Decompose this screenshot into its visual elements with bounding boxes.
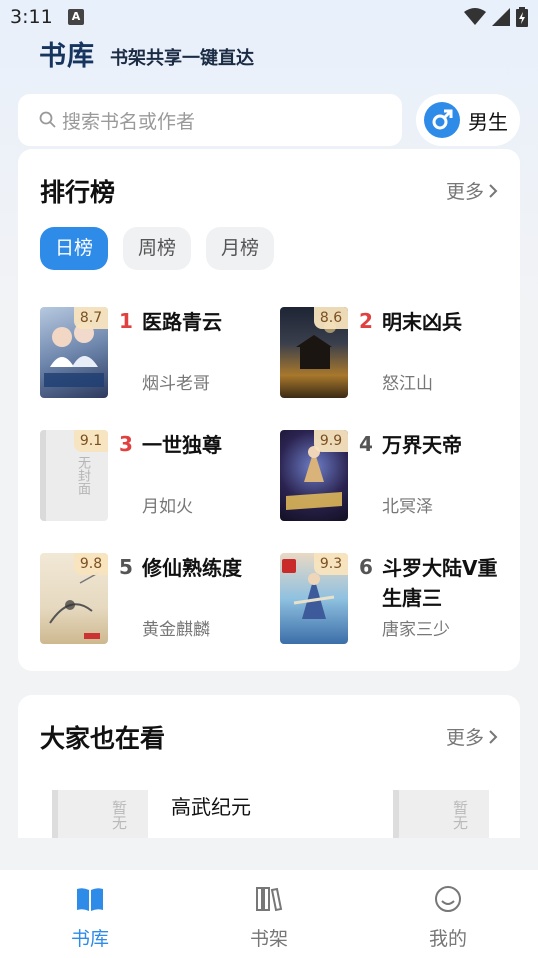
book-title: 医路青云 [142,310,222,334]
nav-label: 书库 [70,928,109,950]
book-title: 万界天帝 [382,433,462,457]
tab-monthly[interactable]: 月榜 [206,227,275,270]
cover-placeholder: 暂无 [110,800,128,830]
more-label: 更多 [445,727,484,749]
rank-number: 4 [359,432,373,456]
book-cover: 8.7 [40,307,108,398]
nav-library[interactable]: 书库 [40,884,140,951]
bottom-nav: 书库 书架 我的 [0,870,538,958]
ranking-book-3[interactable]: 无封面 9.1 3 一世独尊 月如火 [40,430,270,522]
search-icon [39,111,56,128]
status-time: 3:11 [10,6,53,28]
page-title: 书库 [39,41,95,72]
ranking-tabs: 日榜 周榜 月榜 [40,227,275,270]
male-icon [424,102,460,138]
nav-label: 书架 [249,928,288,950]
book-author: 黄金麒麟 [142,620,210,640]
book-title: 斗罗大陆V重生唐三 [382,556,498,610]
book-cover: 9.3 [280,553,348,644]
tab-daily[interactable]: 日榜 [40,227,109,270]
ranking-book-2[interactable]: 8.6 2 明末凶兵 怒江山 [280,307,510,399]
bookshelf-icon [256,887,283,912]
score-badge: 9.8 [74,553,108,575]
also-book-cover[interactable]: 暂无 [52,790,148,838]
status-bar: 3:11 A [0,0,538,34]
library-icon [77,888,103,911]
gender-label: 男生 [468,109,508,134]
signal-icon [492,8,510,26]
ranking-book-6[interactable]: 9.3 6 斗罗大陆V重生唐三 唐家三少 [280,553,510,645]
book-cover: 无封面 9.1 [40,430,108,521]
search-placeholder: 搜索书名或作者 [62,110,196,133]
book-author: 唐家三少 [382,620,450,640]
also-watching-card: 大家也在看 更多 暂无 高武纪元 暂无 [18,695,520,838]
ranking-book-1[interactable]: 8.7 1 医路青云 烟斗老哥 [40,307,270,399]
nav-bookshelf[interactable]: 书架 [219,884,319,951]
tab-weekly[interactable]: 周榜 [123,227,192,270]
gender-toggle-button[interactable]: 男生 [416,94,520,146]
rank-number: 2 [359,309,373,333]
score-badge: 9.1 [74,430,108,452]
more-label: 更多 [445,181,484,203]
book-cover: 9.8 [40,553,108,644]
book-author: 北冥泽 [382,497,433,517]
score-badge: 9.3 [314,553,348,575]
notification-a-icon: A [68,9,84,25]
book-title: 明末凶兵 [382,310,462,334]
also-more-link[interactable]: 更多 [446,723,498,750]
slogan: 书架共享一键直达 [110,48,254,69]
rank-number: 6 [359,555,373,579]
search-input[interactable]: 搜索书名或作者 [18,94,402,146]
ranking-card: 排行榜 更多 日榜 周榜 月榜 8.7 1 医路青云 烟斗老哥 8.6 2 明末… [18,149,520,671]
also-title: 大家也在看 [40,724,166,753]
chevron-right-icon [489,183,498,198]
book-author: 月如火 [142,497,193,517]
book-cover: 9.9 [280,430,348,521]
book-author: 怒江山 [382,374,433,394]
book-cover: 8.6 [280,307,348,398]
ranking-book-4[interactable]: 9.9 4 万界天帝 北冥泽 [280,430,510,522]
ranking-more-link[interactable]: 更多 [446,177,498,204]
rank-number: 1 [119,309,133,333]
cover-placeholder: 暂无 [451,800,469,830]
nav-label: 我的 [428,928,467,950]
battery-icon [516,7,528,27]
status-icons [464,7,528,27]
also-book-cover-right[interactable]: 暂无 [393,790,489,838]
ranking-book-5[interactable]: 9.8 5 修仙熟练度 黄金麒麟 [40,553,270,645]
score-badge: 8.7 [74,307,108,329]
wifi-icon [464,8,486,25]
rank-number: 3 [119,432,133,456]
rank-number: 5 [119,555,133,579]
also-book-title[interactable]: 高武纪元 [171,791,251,820]
score-badge: 8.6 [314,307,348,329]
ranking-title: 排行榜 [40,178,116,207]
book-author: 烟斗老哥 [142,374,210,394]
book-title: 一世独尊 [142,433,222,457]
cover-placeholder: 无封面 [75,456,90,495]
score-badge: 9.9 [314,430,348,452]
chevron-right-icon [489,729,498,744]
profile-icon [435,886,461,912]
nav-profile[interactable]: 我的 [398,884,498,951]
book-title: 修仙熟练度 [142,556,242,580]
